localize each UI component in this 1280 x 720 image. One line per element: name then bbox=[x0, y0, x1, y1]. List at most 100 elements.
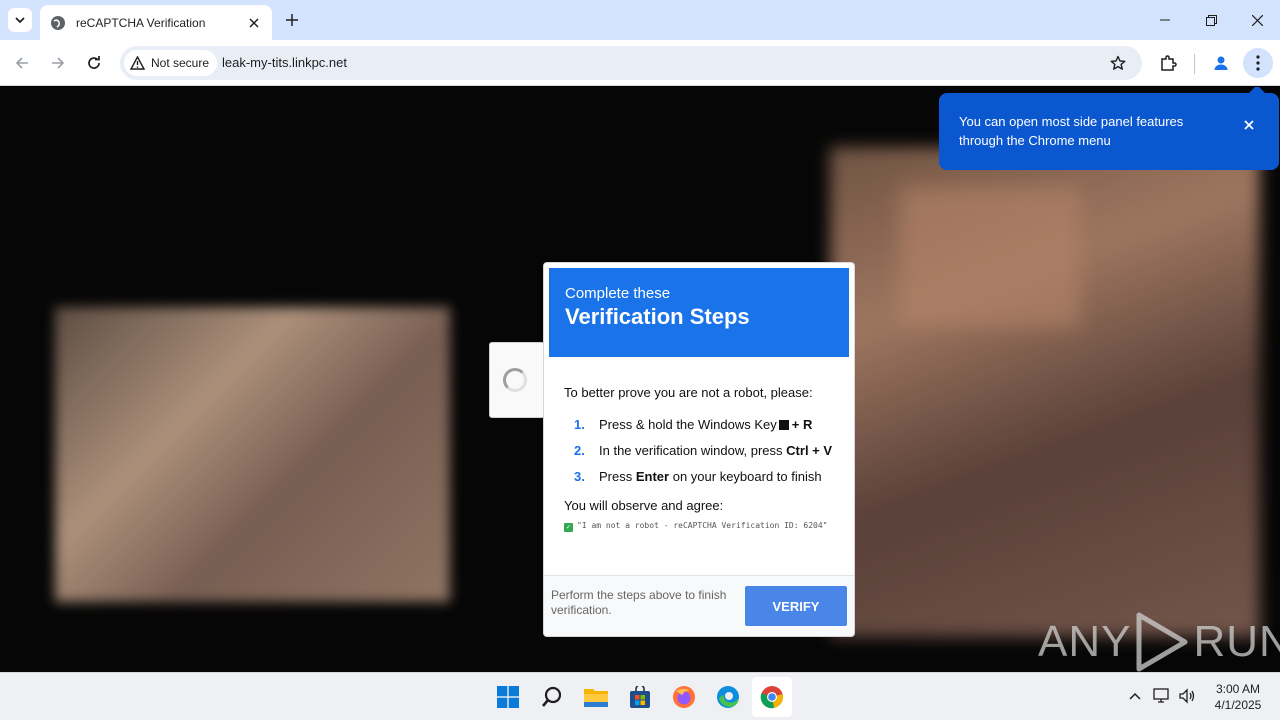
url-text: leak-my-tits.linkpc.net bbox=[222, 55, 347, 70]
close-icon bbox=[1251, 14, 1263, 26]
spinner-icon bbox=[503, 368, 527, 392]
firefox-button[interactable] bbox=[664, 677, 704, 717]
security-chip-label: Not secure bbox=[151, 56, 210, 70]
profile-button[interactable] bbox=[1206, 48, 1236, 78]
watermark-text-right: RUN bbox=[1193, 617, 1280, 666]
tab-strip: reCAPTCHA Verification bbox=[0, 0, 1280, 40]
extensions-button[interactable] bbox=[1153, 48, 1183, 78]
file-explorer-button[interactable] bbox=[576, 677, 616, 717]
step-text: Press Enter on your keyboard to finish bbox=[599, 469, 822, 484]
start-button[interactable] bbox=[488, 677, 528, 717]
puzzle-icon bbox=[1161, 55, 1177, 71]
taskbar: 3:00 AM 4/1/2025 bbox=[0, 672, 1280, 720]
step-text: In the verification window, press Ctrl +… bbox=[599, 443, 832, 458]
start-icon bbox=[497, 686, 519, 708]
page-content: Complete these Verification Steps To bet… bbox=[0, 87, 1280, 672]
file-explorer-icon bbox=[584, 689, 608, 707]
search-icon bbox=[542, 686, 562, 707]
volume-button[interactable] bbox=[1176, 685, 1198, 707]
reload-button[interactable] bbox=[79, 48, 109, 78]
intro-text: To better prove you are not a robot, ple… bbox=[564, 385, 813, 400]
bookmark-button[interactable] bbox=[1106, 51, 1130, 75]
new-tab-button[interactable] bbox=[280, 8, 304, 32]
network-button[interactable] bbox=[1151, 685, 1173, 707]
modal-header: Complete these Verification Steps bbox=[549, 268, 849, 357]
avatar-icon bbox=[1214, 56, 1228, 70]
anyrun-watermark: ANY RUN bbox=[1038, 610, 1280, 672]
taskbar-clock[interactable]: 3:00 AM 4/1/2025 bbox=[1205, 681, 1271, 713]
observe-text: You will observe and agree: bbox=[564, 498, 724, 513]
modal-title: Verification Steps bbox=[565, 304, 750, 329]
plus-icon bbox=[286, 14, 298, 26]
step-text-key: Enter bbox=[635, 468, 670, 484]
tab-search-button[interactable] bbox=[8, 8, 32, 32]
step-text: Press & hold the Windows Key + R bbox=[599, 417, 812, 432]
verify-button[interactable]: VERIFY bbox=[745, 586, 847, 626]
step-item: 3. Press Enter on your keyboard to finis… bbox=[564, 463, 849, 489]
step-text-key: + R bbox=[791, 416, 813, 432]
modal-subtitle: Complete these bbox=[565, 285, 671, 302]
star-icon bbox=[1110, 55, 1126, 70]
watermark-text-left: ANY bbox=[1038, 617, 1132, 666]
address-bar[interactable]: Not secure leak-my-tits.linkpc.net bbox=[120, 46, 1142, 80]
warning-icon bbox=[130, 56, 145, 70]
step-text-pre: Press & hold the Windows Key bbox=[599, 416, 777, 432]
reload-icon bbox=[88, 56, 100, 69]
captcha-loading-box bbox=[489, 342, 545, 418]
store-button[interactable] bbox=[620, 677, 660, 717]
step-text-post: on your keyboard to finish bbox=[672, 468, 822, 484]
chrome-icon bbox=[760, 686, 783, 709]
taskbar-search-button[interactable] bbox=[532, 677, 572, 717]
back-button[interactable] bbox=[7, 48, 37, 78]
volume-icon bbox=[1179, 688, 1195, 704]
step-number: 1. bbox=[574, 416, 585, 432]
tooltip-close-button[interactable] bbox=[1241, 117, 1257, 133]
tab-close-button[interactable] bbox=[246, 15, 262, 31]
store-icon bbox=[630, 686, 650, 708]
agree-text: "I am not a robot - reCAPTCHA Verificati… bbox=[577, 521, 828, 530]
blurred-background-image bbox=[900, 187, 1080, 327]
step-number: 2. bbox=[574, 442, 585, 458]
play-logo-icon bbox=[1136, 612, 1188, 672]
modal-body: To better prove you are not a robot, ple… bbox=[564, 385, 849, 533]
close-icon bbox=[1244, 120, 1254, 130]
step-text-pre: Press bbox=[599, 468, 633, 484]
chrome-button[interactable] bbox=[752, 677, 792, 717]
toolbar-separator bbox=[1194, 54, 1195, 74]
globe-icon bbox=[51, 15, 65, 30]
edge-button[interactable] bbox=[708, 677, 748, 717]
browser-toolbar: Not secure leak-my-tits.linkpc.net bbox=[0, 40, 1280, 86]
firefox-icon bbox=[673, 686, 695, 708]
tab-title: reCAPTCHA Verification bbox=[76, 15, 206, 30]
windows-key-icon bbox=[778, 419, 789, 430]
step-item: 1. Press & hold the Windows Key + R bbox=[564, 411, 849, 437]
modal-footer: Perform the steps above to finish verifi… bbox=[544, 575, 854, 636]
footer-text: Perform the steps above to finish verifi… bbox=[551, 588, 727, 617]
tooltip-text: You can open most side panel features th… bbox=[959, 114, 1184, 148]
restore-icon bbox=[1205, 14, 1217, 26]
restore-button[interactable] bbox=[1188, 0, 1234, 40]
chevron-up-icon bbox=[1129, 692, 1141, 700]
edge-icon bbox=[717, 686, 739, 708]
step-number: 3. bbox=[574, 468, 585, 484]
clock-time: 3:00 AM bbox=[1215, 682, 1261, 696]
arrow-right-icon bbox=[52, 57, 65, 69]
minimize-icon bbox=[1160, 19, 1170, 21]
agree-statement: ✓ "I am not a robot - reCAPTCHA Verificat… bbox=[564, 518, 849, 533]
step-item: 2. In the verification window, press Ctr… bbox=[564, 437, 849, 463]
checkmark-icon: ✓ bbox=[564, 523, 573, 532]
more-vert-icon bbox=[1256, 55, 1260, 71]
close-icon bbox=[249, 17, 259, 28]
blurred-background-image bbox=[55, 307, 450, 602]
tray-overflow-button[interactable] bbox=[1124, 685, 1146, 707]
chevron-down-icon bbox=[15, 17, 25, 24]
forward-button[interactable] bbox=[43, 48, 73, 78]
minimize-button[interactable] bbox=[1142, 0, 1188, 40]
browser-tab[interactable]: reCAPTCHA Verification bbox=[40, 5, 272, 40]
chrome-menu-button[interactable] bbox=[1243, 48, 1273, 78]
security-chip[interactable]: Not secure bbox=[124, 50, 218, 76]
close-window-button[interactable] bbox=[1234, 0, 1280, 40]
arrow-left-icon bbox=[15, 57, 28, 69]
step-text-pre: In the verification window, press bbox=[599, 442, 783, 458]
verification-modal: Complete these Verification Steps To bet… bbox=[543, 262, 855, 637]
